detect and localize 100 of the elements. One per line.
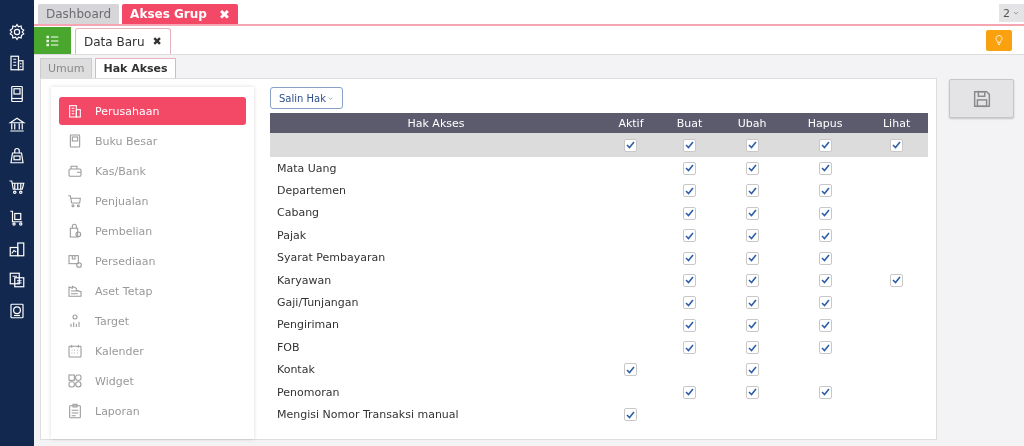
table-cell-text: FOB: [276, 339, 301, 356]
menu-item[interactable]: Target: [59, 307, 246, 335]
table-cell-text: Syarat Pembayaran: [276, 250, 387, 267]
menu-item[interactable]: Penjualan: [59, 187, 246, 215]
checkbox[interactable]: [624, 408, 638, 422]
menu-item[interactable]: Kas/Bank: [59, 157, 246, 185]
checkbox[interactable]: [818, 251, 832, 265]
menu-item[interactable]: Kalender: [59, 337, 246, 365]
checkbox[interactable]: [890, 138, 904, 152]
menu-item[interactable]: Persediaan: [59, 247, 246, 275]
widget-icon: [67, 373, 83, 389]
window-count-dropdown[interactable]: 2: [999, 4, 1024, 22]
checkbox[interactable]: [745, 251, 759, 265]
checkbox[interactable]: [818, 318, 832, 332]
column-header: Aktif: [602, 113, 660, 133]
checkbox[interactable]: [682, 138, 696, 152]
checkbox[interactable]: [745, 138, 759, 152]
menu-item[interactable]: Buku Besar: [59, 127, 246, 155]
tab[interactable]: Akses Grup ✖: [122, 4, 238, 24]
copy-rights-dropdown[interactable]: Salin Hak: [270, 87, 343, 109]
table-cell-text: Kontak: [276, 362, 316, 379]
wallet-icon: [67, 163, 83, 179]
checkbox[interactable]: [624, 363, 638, 377]
column-header: Ubah: [718, 113, 786, 133]
globe-document-icon: [8, 302, 26, 320]
checkbox[interactable]: [745, 229, 759, 243]
table-cell-text: Karyawan: [276, 272, 333, 289]
table-cell-text: Cabang: [276, 205, 321, 222]
column-header: Hapus: [785, 113, 866, 133]
checkbox[interactable]: [682, 385, 696, 399]
tab[interactable]: Data Baru ✖: [75, 28, 171, 54]
checkbox[interactable]: [682, 206, 696, 220]
table-cell-text: Gaji/Tunjangan: [276, 295, 360, 312]
table-cell-text: Departemen: [276, 183, 348, 200]
checkbox[interactable]: [818, 161, 832, 175]
menu-item[interactable]: Laporan: [59, 397, 246, 425]
table-cell-text: Penomoran: [276, 384, 341, 401]
checkbox[interactable]: [818, 385, 832, 399]
bank-icon: [8, 116, 26, 134]
checkbox[interactable]: [745, 273, 759, 287]
tab[interactable]: Dashboard: [38, 4, 120, 24]
checkbox[interactable]: [745, 318, 759, 332]
book-icon: [67, 133, 83, 149]
checkbox[interactable]: [818, 206, 832, 220]
checkbox[interactable]: [818, 184, 832, 198]
table-cell-text: Pengiriman: [276, 317, 341, 334]
lightbulb-icon: [993, 34, 1005, 46]
checkbox[interactable]: [682, 341, 696, 355]
checkbox[interactable]: [818, 229, 832, 243]
column-header: Hak Akses: [270, 113, 602, 133]
checkbox[interactable]: [818, 341, 832, 355]
menu-item[interactable]: Aset Tetap: [59, 277, 246, 305]
chart-icon: [8, 240, 26, 258]
table-cell-text: Mengisi Nomor Transaksi manual: [276, 407, 460, 423]
table-cell: Mata Uang: [270, 157, 602, 180]
checkbox[interactable]: [818, 296, 832, 310]
clipboard-icon: [67, 403, 83, 419]
checkbox[interactable]: [624, 138, 638, 152]
gear-icon: [8, 23, 26, 41]
menu-item[interactable]: Pembelian: [59, 217, 246, 245]
close-icon[interactable]: ✖: [152, 35, 162, 48]
checkbox[interactable]: [682, 251, 696, 265]
table-cell-text: Pajak: [276, 227, 308, 244]
checkbox[interactable]: [745, 341, 759, 355]
checkbox[interactable]: [745, 184, 759, 198]
checkbox[interactable]: [682, 161, 696, 175]
chevron-down-icon: [1012, 9, 1020, 17]
checkbox[interactable]: [745, 296, 759, 310]
checkbox[interactable]: [818, 273, 832, 287]
bag-icon: [67, 223, 83, 239]
box-icon: [67, 253, 83, 269]
checkbox[interactable]: [682, 318, 696, 332]
checkbox[interactable]: [745, 363, 759, 377]
checkbox[interactable]: [682, 273, 696, 287]
checkbox[interactable]: [745, 161, 759, 175]
close-icon[interactable]: ✖: [218, 6, 230, 22]
tab[interactable]: Umum: [40, 58, 93, 78]
checkbox[interactable]: [682, 229, 696, 243]
tab[interactable]: Hak Akses: [95, 58, 176, 78]
save-button[interactable]: [949, 79, 1014, 118]
column-header: Lihat: [865, 113, 928, 133]
column-header: Buat: [659, 113, 719, 133]
chevron-down-icon: [327, 94, 334, 102]
checkbox[interactable]: [818, 138, 832, 152]
book-icon: [8, 85, 26, 103]
cart-icon: [8, 178, 26, 196]
menu-item[interactable]: Widget: [59, 367, 246, 395]
building-icon: [8, 54, 26, 72]
chart-icon: [67, 313, 83, 329]
calendar-icon: [67, 343, 83, 359]
document-icon: [8, 271, 26, 289]
checkbox[interactable]: [890, 273, 904, 287]
checkbox[interactable]: [682, 184, 696, 198]
checkbox[interactable]: [682, 296, 696, 310]
checkbox[interactable]: [745, 206, 759, 220]
building-icon: [67, 103, 83, 119]
checkbox[interactable]: [745, 385, 759, 399]
menu-item[interactable]: Perusahaan: [59, 97, 246, 125]
bag-icon: [8, 147, 26, 165]
cart-icon: [67, 193, 83, 209]
